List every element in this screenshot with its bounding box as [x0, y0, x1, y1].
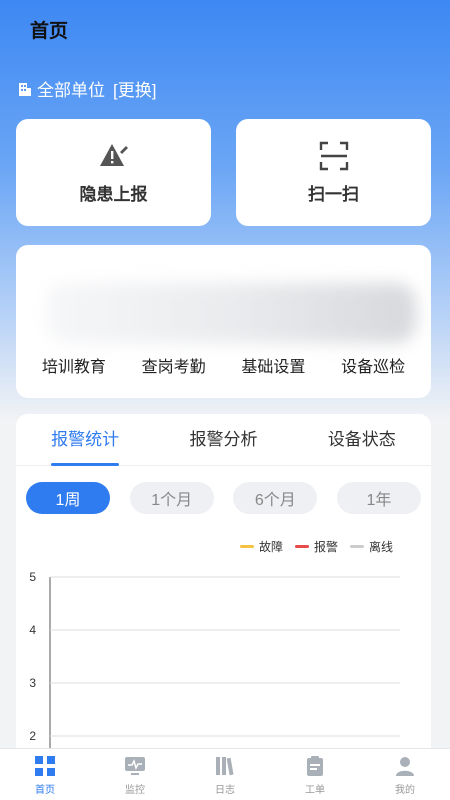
report-hazard-label: 隐患上报 [79, 185, 148, 204]
scan-button[interactable]: 扫一扫 [236, 119, 431, 226]
menu-item-inspection[interactable]: 设备巡检 [341, 353, 405, 377]
legend-offline-swatch [349, 545, 364, 548]
tabbar-work-order-label: 工单 [305, 784, 325, 796]
monitor-icon [125, 756, 145, 775]
menu-item-training[interactable]: 培训教育 [42, 353, 106, 377]
building-icon [19, 82, 31, 96]
scan-label: 扫一扫 [308, 185, 359, 204]
tabbar-log-label: 日志 [215, 784, 235, 796]
home-grid-icon [35, 755, 55, 776]
user-icon [396, 756, 414, 776]
legend-alarm-swatch [294, 545, 309, 548]
tab-device-status[interactable]: 设备状态 [328, 414, 396, 466]
tabbar-work-order[interactable]: 工单 [285, 754, 345, 796]
legend-fault-swatch [239, 545, 254, 548]
tabbar-monitor[interactable]: 监控 [105, 754, 165, 796]
tabbar-mine-label: 我的 [395, 784, 415, 796]
period-1-month[interactable]: 1个月 [129, 482, 214, 514]
tabbar-monitor-label: 监控 [125, 784, 145, 796]
statistics-panel: 报警统计 报警分析 设备状态 1周 1个月 6个月 1年 故障 报警 离线 54… [16, 414, 431, 800]
tabbar-mine[interactable]: 我的 [375, 754, 435, 796]
function-menu: 培训教育 查岗考勤 基础设置 设备巡检 [16, 245, 431, 398]
tabbar-home[interactable]: 首页 [15, 754, 75, 796]
tab-alarm-stats[interactable]: 报警统计 [51, 414, 120, 466]
y-tick-label: 3 [29, 676, 36, 690]
unit-label: 全部单位 [37, 81, 105, 100]
bottom-tab-bar: 首页 监控 日志 工单 我的 [0, 748, 450, 800]
change-unit-link[interactable]: [更换] [113, 76, 156, 101]
period-selector: 1周 1个月 6个月 1年 [26, 482, 421, 514]
menu-icons-placeholder [46, 283, 416, 343]
menu-item-attendance[interactable]: 查岗考勤 [142, 353, 206, 377]
report-hazard-button[interactable]: 隐患上报 [16, 119, 211, 226]
log-books-icon [216, 756, 234, 775]
unit-selector[interactable]: 全部单位 [更换] [17, 76, 156, 101]
page-title: 首页 [30, 21, 69, 42]
y-tick-label: 5 [29, 570, 36, 584]
scan-icon [319, 141, 348, 171]
stats-tabs: 报警统计 报警分析 设备状态 [16, 414, 431, 466]
period-1-week[interactable]: 1周 [26, 482, 110, 514]
warning-pen-icon [99, 144, 128, 166]
period-6-months[interactable]: 6个月 [233, 482, 318, 514]
period-1-year[interactable]: 1年 [336, 482, 421, 514]
tab-alarm-analysis[interactable]: 报警分析 [189, 414, 257, 466]
work-order-icon [307, 755, 323, 776]
y-tick-label: 4 [29, 623, 36, 637]
tabbar-home-label: 首页 [35, 784, 55, 796]
menu-item-settings[interactable]: 基础设置 [241, 353, 305, 377]
tabbar-log[interactable]: 日志 [195, 754, 255, 796]
y-tick-label: 2 [29, 729, 36, 743]
